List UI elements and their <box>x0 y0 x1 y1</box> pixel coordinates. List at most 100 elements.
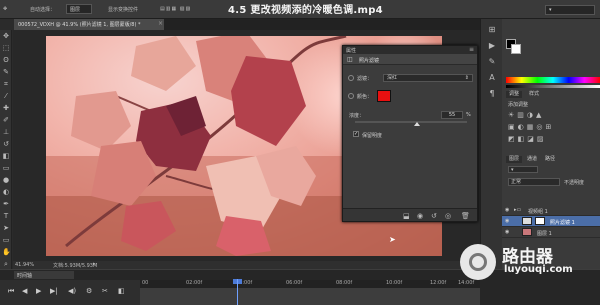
eyedropper-tool-icon[interactable]: ⁄ <box>2 92 10 100</box>
show-transform-checkbox[interactable]: 显示变换控件 <box>108 6 138 13</box>
filter-radio[interactable] <box>348 75 354 81</box>
move-tool-icon[interactable]: ✥ <box>2 32 10 40</box>
adjustment-thumbnail <box>522 217 532 225</box>
next-frame-icon[interactable]: ▶| <box>50 287 58 295</box>
tab-styles[interactable]: 样式 <box>526 91 543 98</box>
watermark-logo: 路由器 luyouqi.com <box>456 240 600 284</box>
first-frame-icon[interactable]: ⏮ <box>8 287 14 296</box>
delete-trash-icon[interactable]: 🗑 <box>461 212 470 220</box>
options-bar: ✥ 自动选择： 图层 显示变换控件 ▤▥▦ ▧▨ 4.5 更改视频添的冷暖色调.… <box>0 0 600 19</box>
prev-frame-icon[interactable]: ◀ <box>22 287 27 295</box>
transition-icon[interactable]: ◧ <box>118 287 125 295</box>
auto-select-dropdown[interactable]: 图层 <box>66 4 92 14</box>
visibility-eye-icon[interactable]: ◎ <box>445 212 451 220</box>
close-icon[interactable]: × <box>158 20 163 27</box>
quick-select-tool-icon[interactable]: ✎ <box>2 68 10 76</box>
layer-row-selected[interactable]: ◉ 照片滤镜 1 <box>502 216 600 227</box>
layer-filter-kind[interactable]: ▾ <box>508 166 538 173</box>
layer-name: 视频组 1 <box>528 209 548 215</box>
tick-label: 00 <box>142 280 149 286</box>
character-icon[interactable]: A <box>487 73 497 83</box>
density-slider[interactable] <box>355 121 467 123</box>
filter-dropdown[interactable]: 深红 ⇕ <box>383 74 473 82</box>
layer-row[interactable]: ◉ 图层 1 <box>502 227 600 238</box>
play-icon[interactable]: ▶ <box>36 287 41 295</box>
align-icons[interactable]: ▤▥▦ ▧▨ <box>160 6 191 12</box>
color-radio[interactable] <box>348 93 354 99</box>
video-track[interactable] <box>140 288 480 305</box>
split-scissors-icon[interactable]: ✂ <box>102 287 108 295</box>
visibility-eye-icon[interactable]: ◉ <box>505 207 509 213</box>
tab-adjustments[interactable]: 调整 <box>506 91 523 98</box>
stamp-tool-icon[interactable]: ⊥ <box>2 128 10 136</box>
density-input[interactable]: 55 <box>441 111 463 119</box>
brush-tool-icon[interactable]: ✐ <box>2 116 10 124</box>
background-color-swatch[interactable] <box>511 44 521 54</box>
panel-menu-icon[interactable]: ≡ <box>469 46 474 53</box>
view-previous-icon[interactable]: ◉ <box>417 212 423 220</box>
dodge-tool-icon[interactable]: ◐ <box>2 188 10 196</box>
shape-tool-icon[interactable]: ▭ <box>2 236 10 244</box>
status-bar: 41.94% 文档:5.93M/5.93M ▸ <box>13 261 480 269</box>
density-slider-knob[interactable] <box>413 122 420 126</box>
type-tool-icon[interactable]: T <box>2 212 10 220</box>
timeline-ruler[interactable]: 00 02:00f 04:00f 06:00f 08:00f 10:00f 12… <box>140 280 480 288</box>
mask-thumbnail[interactable] <box>535 217 545 225</box>
filter-color-swatch[interactable] <box>377 90 391 102</box>
actions-icon[interactable]: ▶ <box>487 41 497 51</box>
document-tab-label: 000572_VDXH @ 41.9% (照片滤镜 1, 图层蒙版/8) * <box>18 22 141 28</box>
history-icon[interactable]: ⊞ <box>487 25 497 35</box>
visibility-eye-icon[interactable]: ◉ <box>505 229 509 235</box>
audio-icon[interactable]: ◀) <box>68 287 76 295</box>
document-tab[interactable]: 000572_VDXH @ 41.9% (照片滤镜 1, 图层蒙版/8) * <box>14 19 164 30</box>
pen-tool-icon[interactable]: ✒ <box>2 200 10 208</box>
zoom-tool-icon[interactable]: ⌕ <box>2 260 10 268</box>
playhead-line <box>237 279 238 305</box>
paragraph-icon[interactable]: ¶ <box>487 89 497 99</box>
move-tool-icon[interactable]: ✥ <box>3 6 7 12</box>
hand-tool-icon[interactable]: ✋ <box>2 248 11 256</box>
video-layer-thumbnail <box>522 228 532 236</box>
history-brush-icon[interactable]: ↺ <box>2 140 10 148</box>
preserve-luminosity-checkbox[interactable]: ✓ <box>353 131 359 137</box>
density-label: 浓度： <box>349 113 365 119</box>
grayscale-ramp[interactable] <box>506 85 600 88</box>
right-panels: 调整 样式 添加调整 ☀▥◑▲ ▣◐▦◎⊞ ◩◧◪▨ 图层 通道 路径 ▾ 正常… <box>502 19 600 269</box>
timeline-tab[interactable]: 时间轴 <box>14 271 74 279</box>
workspace-dropdown[interactable]: ▾ <box>545 5 595 15</box>
adjustment-icons-row-1[interactable]: ☀▥◑▲ <box>508 111 544 119</box>
tab-channels[interactable]: 通道 <box>524 156 541 163</box>
tab-layers[interactable]: 图层 <box>506 156 523 163</box>
filter-label: 滤镜： <box>357 76 373 82</box>
tab-paths[interactable]: 路径 <box>542 156 559 163</box>
clip-to-layer-icon[interactable]: ⬓ <box>403 212 410 220</box>
folder-icon: ▸▭ <box>514 207 522 213</box>
color-spectrum[interactable] <box>506 77 600 83</box>
brush-presets-icon[interactable]: ✎ <box>487 57 497 67</box>
auto-select-label: 自动选择： <box>30 7 56 13</box>
crop-tool-icon[interactable]: ⌗ <box>2 80 10 88</box>
layer-row[interactable]: ◉ ▸▭ 视频组 1 <box>502 205 600 216</box>
reset-icon[interactable]: ↺ <box>431 212 437 220</box>
status-menu-arrow-icon[interactable]: ▸ <box>93 261 96 267</box>
lasso-tool-icon[interactable]: ʘ <box>2 56 10 64</box>
settings-gear-icon[interactable]: ⚙ <box>86 287 92 295</box>
document-tab-bar: 000572_VDXH @ 41.9% (照片滤镜 1, 图层蒙版/8) * × <box>14 19 480 30</box>
zoom-level[interactable]: 41.94% <box>15 262 34 268</box>
gradient-tool-icon[interactable]: ▭ <box>2 164 10 172</box>
color-label: 颜色： <box>357 94 373 100</box>
healing-tool-icon[interactable]: ✚ <box>2 104 10 112</box>
eraser-tool-icon[interactable]: ◧ <box>2 152 10 160</box>
visibility-eye-icon[interactable]: ◉ <box>505 218 509 224</box>
adjustment-icons-row-3[interactable]: ◩◧◪▨ <box>508 135 546 143</box>
tick-label: 06:00f <box>286 280 303 286</box>
properties-panel-titlebar[interactable]: 属性 ≡ <box>343 46 477 54</box>
marquee-tool-icon[interactable]: ⬚ <box>2 44 10 52</box>
path-select-icon[interactable]: ➤ <box>2 224 10 232</box>
density-input-value: 55 <box>448 112 456 118</box>
filter-dropdown-value: 深红 <box>387 75 398 81</box>
router-logo-icon <box>460 244 496 280</box>
adjustment-icons-row-2[interactable]: ▣◐▦◎⊞ <box>508 123 554 131</box>
blur-tool-icon[interactable]: ● <box>2 176 10 184</box>
blend-mode-dropdown[interactable]: 正常 <box>508 178 560 186</box>
